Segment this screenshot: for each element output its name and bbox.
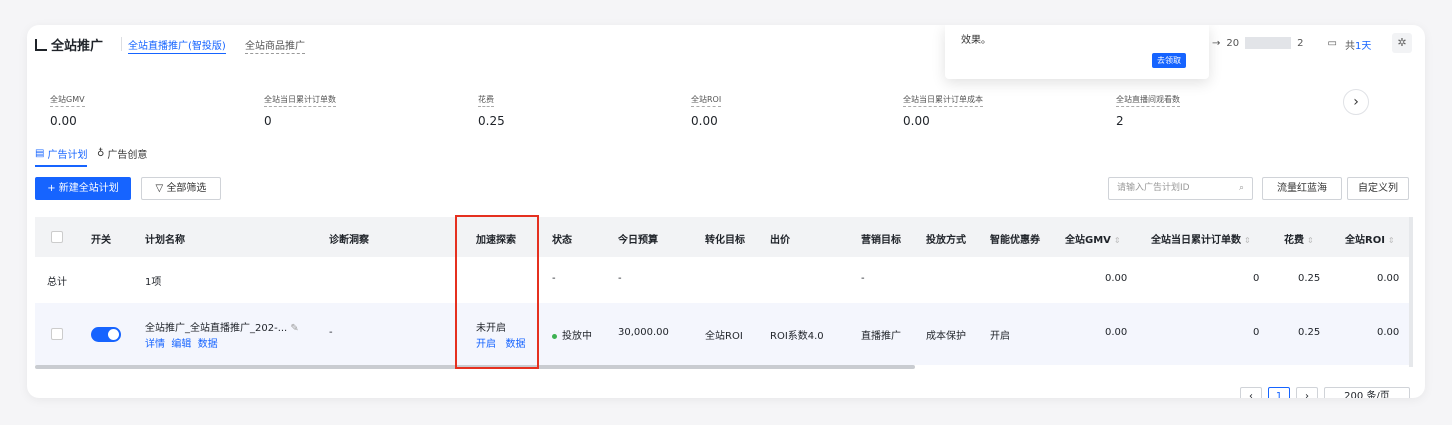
select-all-checkbox[interactable] (51, 231, 63, 243)
page-title: 全站推广 (35, 35, 103, 54)
sort-icon: ⇕ (1307, 236, 1314, 245)
sort-cost[interactable]: 花费 ⇕ (1284, 231, 1314, 246)
edit-link[interactable]: 编辑 (171, 339, 191, 350)
total-row: 总计 1项 - - - 0.00 0 0.25 0.00 (35, 257, 1409, 303)
calendar-icon: ▤ (35, 148, 45, 159)
chevron-right-icon[interactable]: › (1343, 89, 1369, 115)
coupon-popup: 效果。 去领取 (945, 25, 1209, 79)
table-header: 开关 计划名称 诊断洞察 加速探索 状态 今日预算 转化目标 出价 营销目标 投… (35, 217, 1409, 257)
data-link[interactable]: 数据 (198, 339, 218, 350)
metric-views: 全站直播间观看数 2 (1116, 95, 1180, 128)
search-icon: ⌕ (1238, 183, 1244, 193)
ad-panel: 全站推广 全站直播推广(智投版) 全站商品推广 效果。 去领取 → 20 2 ▭… (27, 25, 1425, 398)
chart-icon (35, 38, 47, 51)
new-plan-button[interactable]: + 新建全站计划 (35, 177, 131, 200)
filter-button[interactable]: ▽ 全部筛选 (141, 177, 221, 200)
plan-toggle[interactable] (91, 327, 121, 342)
next-page-icon[interactable]: › (1296, 387, 1318, 398)
calendar-icon: ▭ (1327, 37, 1337, 49)
bulb-icon: ♁ (97, 148, 105, 159)
arrow-icon: → (1212, 37, 1221, 49)
popup-text: 效果。 (961, 35, 991, 46)
status-badge: 投放中 (552, 327, 592, 342)
sort-icon: ⇕ (1244, 236, 1251, 245)
metric-order-cost: 全站当日累计订单成本 0.00 (903, 95, 983, 128)
row-checkbox[interactable] (51, 328, 63, 340)
metric-cost: 花费 0.25 (478, 95, 505, 128)
sort-gmv[interactable]: 全站GMV ⇕ (1065, 231, 1121, 246)
date-end-suffix: 2 (1297, 37, 1304, 49)
date-range-picker[interactable]: → 20 2 ▭ (1212, 37, 1337, 49)
traffic-button[interactable]: 流量红蓝海 (1262, 177, 1342, 200)
filter-icon: ▽ (155, 183, 164, 194)
tab-ad-plan[interactable]: ▤ 广告计划 (35, 146, 88, 167)
tab-product-promotion[interactable]: 全站商品推广 (245, 37, 305, 54)
status-dot (552, 333, 557, 339)
settings-icon[interactable]: ✲ (1392, 33, 1412, 53)
sort-icon: ⇕ (1387, 236, 1395, 245)
date-end-text: 20 (1226, 37, 1240, 49)
detail-link[interactable]: 详情 (145, 339, 165, 350)
fixed-column-shadow (1409, 217, 1413, 367)
date-redacted (1245, 37, 1292, 49)
plan-actions: 详情 编辑 数据 (145, 335, 218, 350)
sort-roi[interactable]: 全站ROI ⇕ (1345, 231, 1395, 246)
page-size-select[interactable]: 200 条/页 (1324, 387, 1410, 398)
sort-orders[interactable]: 全站当日累计订单数 ⇕ (1151, 231, 1251, 246)
claim-button[interactable]: 去领取 (1152, 53, 1186, 68)
custom-columns-button[interactable]: 自定义列 (1347, 177, 1409, 200)
plan-name: 全站推广_全站直播推广_202-... ✎ (145, 323, 299, 334)
prev-page-icon[interactable]: ‹ (1240, 387, 1262, 398)
page-current[interactable]: 1 (1268, 387, 1290, 398)
tab-ad-creative[interactable]: ♁ 广告创意 (97, 146, 147, 161)
metric-roi: 全站ROI 0.00 (691, 95, 722, 128)
metric-gmv: 全站GMV 0.00 (50, 95, 85, 128)
metric-orders: 全站当日累计订单数 0 (264, 95, 336, 128)
table-row: 全站推广_全站直播推广_202-... ✎ 详情 编辑 数据 - 未开启 开启 … (35, 303, 1409, 365)
total-days: 共1天 (1345, 41, 1372, 52)
tab-live-promotion[interactable]: 全站直播推广(智投版) (128, 37, 226, 54)
highlight-box (455, 215, 539, 369)
sort-icon: ⇕ (1113, 236, 1121, 245)
edit-icon[interactable]: ✎ (290, 323, 298, 334)
divider (121, 37, 122, 51)
search-input[interactable]: 请输入广告计划ID ⌕ (1108, 177, 1253, 200)
